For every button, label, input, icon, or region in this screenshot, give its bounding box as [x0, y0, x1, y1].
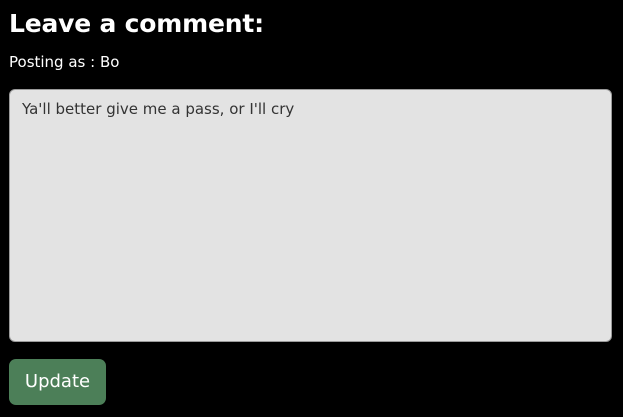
comment-heading: Leave a comment:: [9, 9, 264, 38]
posting-as-label: Posting as : Bo: [9, 53, 120, 71]
comment-textarea[interactable]: Ya'll better give me a pass, or I'll cry: [9, 89, 612, 342]
update-button[interactable]: Update: [9, 359, 106, 405]
